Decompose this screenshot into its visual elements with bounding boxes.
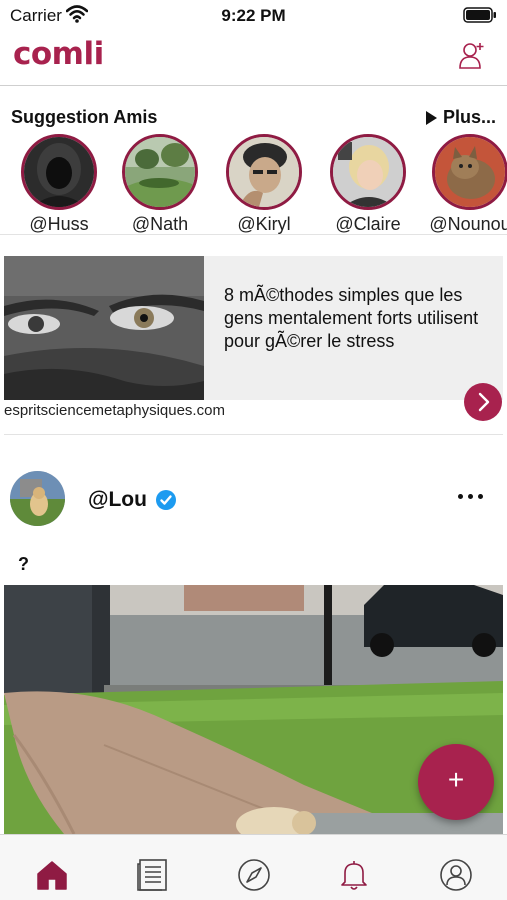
tab-bar — [0, 834, 507, 900]
app-header: comli — [0, 30, 507, 86]
article-source[interactable]: espritsciencemetaphysiques.com — [4, 402, 225, 419]
divider — [0, 234, 507, 235]
chevron-right-icon — [478, 392, 490, 412]
friend-handle: @Nath — [131, 214, 189, 234]
battery-icon — [463, 7, 496, 23]
friend-suggestion[interactable]: @Claire — [316, 134, 420, 234]
play-icon — [425, 110, 437, 125]
friend-handle: @Huss — [29, 214, 89, 234]
friend-suggestion[interactable]: @Huss — [7, 134, 111, 234]
home-icon[interactable] — [34, 857, 70, 893]
more-label: Plus... — [442, 107, 496, 127]
friend-suggestions-row: @Huss @Nath @Kiryl @Claire @Nounou — [0, 134, 507, 234]
add-friend-icon[interactable] — [459, 42, 485, 70]
suggestions-title: Suggestion Amis — [11, 107, 158, 127]
profile-icon[interactable] — [438, 857, 474, 893]
article-title[interactable]: 8 mÃ©thodes simples que les gens mentale… — [224, 284, 496, 353]
new-post-button[interactable]: + — [418, 744, 494, 820]
status-time: 9:22 PM — [221, 6, 286, 25]
post-author-avatar[interactable] — [10, 471, 65, 526]
friend-avatar — [330, 134, 406, 210]
friend-handle: @Claire — [335, 214, 401, 234]
app-logo[interactable]: comli — [13, 36, 104, 72]
friend-suggestion[interactable]: @Nounou — [418, 134, 507, 234]
post-username: @Lou — [88, 488, 147, 511]
article-image — [4, 256, 204, 400]
more-options-icon[interactable] — [458, 494, 483, 499]
article-card[interactable]: 8 mÃ©thodes simples que les gens mentale… — [4, 256, 503, 400]
article-next-button[interactable] — [464, 383, 502, 421]
friend-handle: @Nounou — [429, 214, 507, 234]
friend-avatar — [226, 134, 302, 210]
compass-icon[interactable] — [236, 857, 272, 893]
verified-icon — [155, 490, 176, 510]
friend-avatar — [432, 134, 507, 210]
plus-icon: + — [447, 764, 465, 795]
more-suggestions-link[interactable]: Plus... — [425, 107, 496, 128]
post-text: ? — [18, 554, 29, 574]
friend-avatar — [122, 134, 198, 210]
news-icon[interactable] — [135, 857, 171, 893]
friend-suggestion[interactable]: @Nath — [108, 134, 212, 234]
post-author[interactable]: @Lou — [88, 488, 177, 512]
friend-avatar — [21, 134, 97, 210]
friend-suggestion[interactable]: @Kiryl — [212, 134, 316, 234]
friend-handle: @Kiryl — [237, 214, 291, 234]
bell-icon[interactable] — [336, 857, 372, 893]
divider — [4, 434, 503, 435]
status-bar: Carrier 9:22 PM — [0, 0, 507, 30]
